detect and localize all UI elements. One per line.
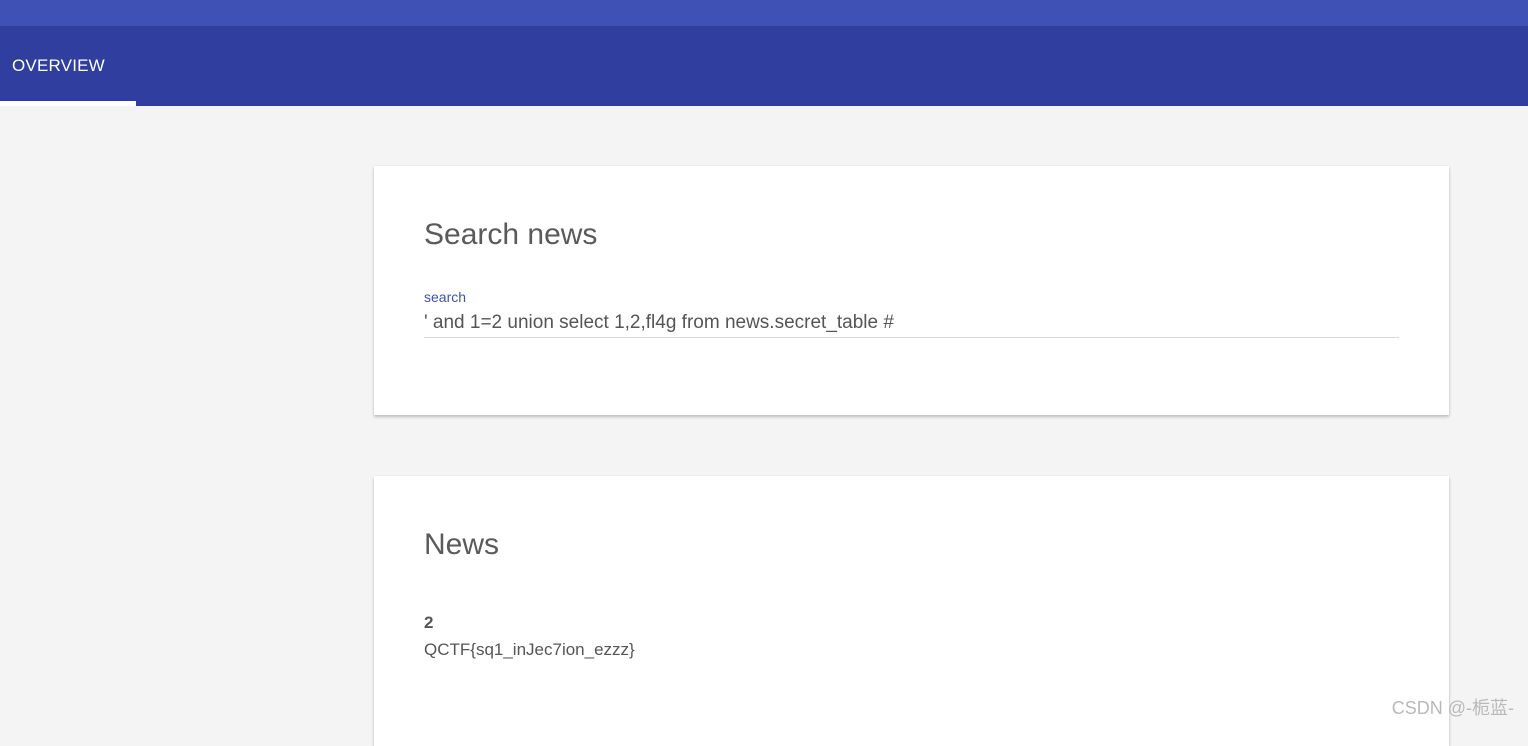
search-field-label: search [424,289,467,305]
tab-active-indicator [0,101,136,106]
app-top-strip [0,0,1528,26]
news-card: News 2 QCTF{sq1_inJec7ion_ezzz} [374,476,1449,746]
search-news-card: Search news search [374,166,1449,415]
news-item-content: QCTF{sq1_inJec7ion_ezzz} [424,640,635,659]
news-item-id: 2 [424,613,434,632]
search-input[interactable] [424,309,1399,338]
tab-bar: OVERVIEW [0,26,1528,106]
news-card-title: News [424,528,500,561]
tab-overview-label: OVERVIEW [12,56,105,75]
search-card-title: Search news [424,218,598,251]
csdn-watermark: CSDN @-栀蓝- [1391,698,1514,718]
tab-overview[interactable]: OVERVIEW [0,26,136,106]
